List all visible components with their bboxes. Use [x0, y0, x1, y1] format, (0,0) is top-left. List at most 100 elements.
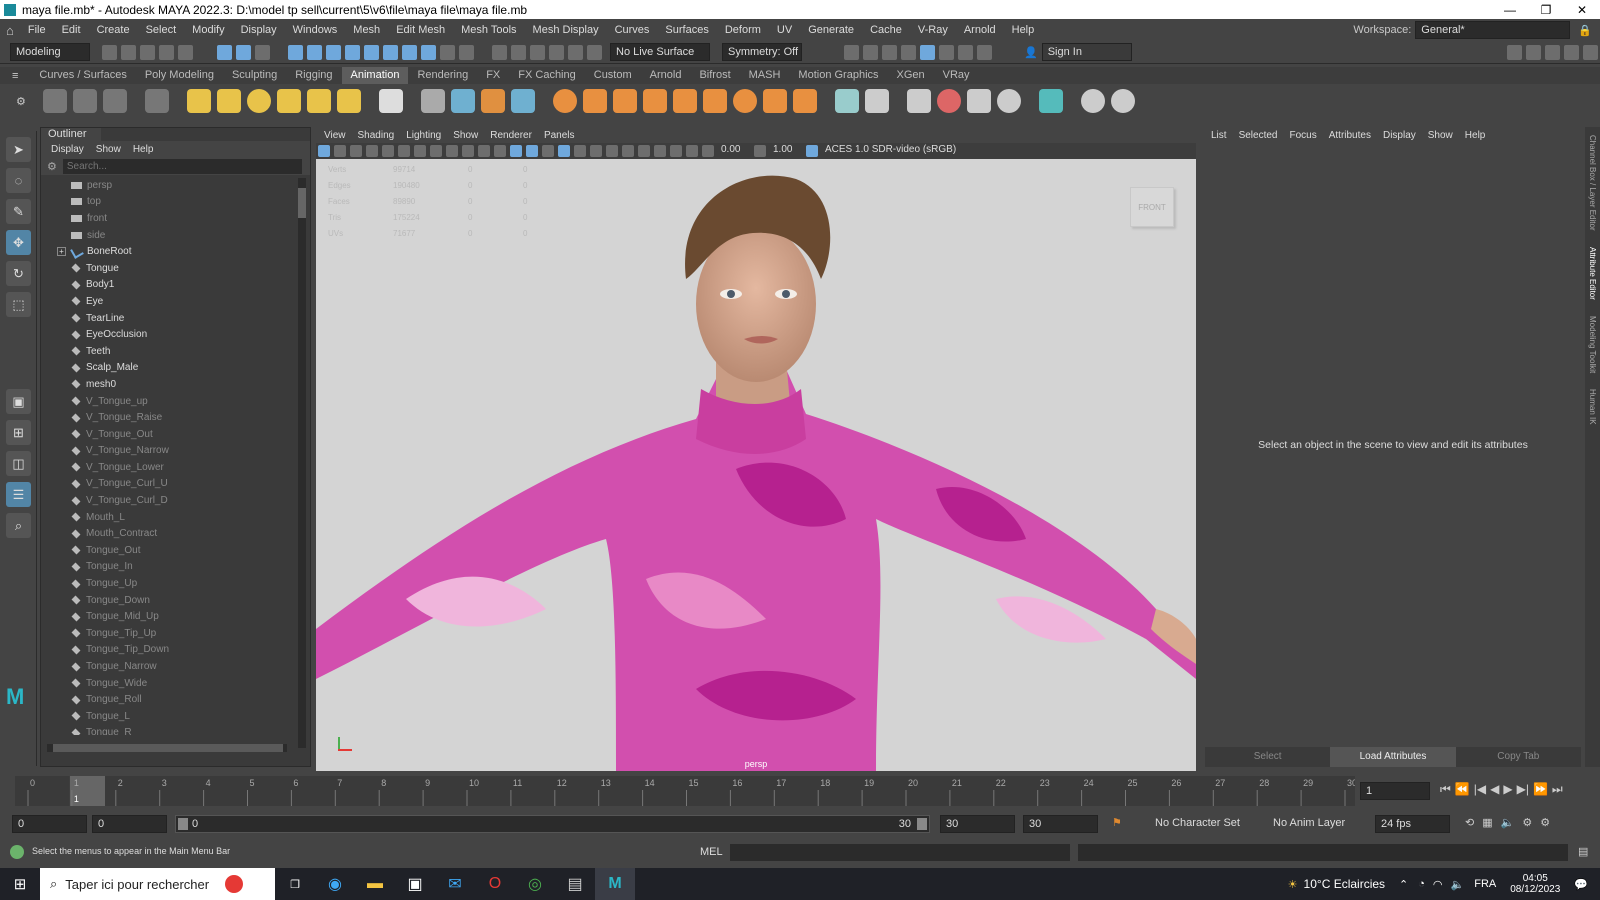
film-gate-icon[interactable]: [430, 145, 442, 157]
shelf-tool-icon-3[interactable]: [246, 89, 271, 113]
snap-curve-icon[interactable]: [307, 44, 322, 60]
range-slider-start-handle[interactable]: [178, 818, 188, 830]
render-settings-icon[interactable]: [901, 44, 916, 60]
paint-select-icon[interactable]: ✎: [6, 199, 31, 224]
gamma-icon[interactable]: [754, 145, 766, 157]
script-language-label[interactable]: MEL: [700, 846, 723, 858]
field-chart-icon[interactable]: [478, 145, 490, 157]
shelf-tab-animation[interactable]: Animation: [341, 67, 409, 84]
shelf-tool-icon-9[interactable]: [450, 89, 475, 113]
outliner-menu-help[interactable]: Help: [127, 144, 160, 155]
view-transform-select[interactable]: ACES 1.0 SDR-video (sRGB): [820, 144, 990, 158]
exposure-icon[interactable]: [702, 145, 714, 157]
menu-arnold[interactable]: Arnold: [956, 24, 1004, 36]
snap-point-icon[interactable]: [326, 44, 341, 60]
outliner-item[interactable]: V_Tongue_Raise: [41, 409, 310, 426]
outliner-vertical-scrollbar[interactable]: [298, 178, 306, 748]
shelf-tool-icon-21[interactable]: [834, 89, 859, 113]
shelf-tool-icon-13[interactable]: [582, 89, 607, 113]
outliner-camera-side[interactable]: side: [41, 227, 310, 244]
graph-editor-icon[interactable]: [144, 89, 169, 113]
maya-taskbar-icon[interactable]: M: [595, 868, 635, 900]
xray-joints-icon[interactable]: [686, 145, 698, 157]
outliner-item[interactable]: Tongue_Mid_Up: [41, 608, 310, 625]
outliner-horizontal-scrollbar[interactable]: [47, 744, 287, 752]
outliner-item[interactable]: TearLine: [41, 310, 310, 327]
shelf-tool-icon-22[interactable]: [864, 89, 889, 113]
menu-edit[interactable]: Edit: [54, 24, 89, 36]
side-tab-human-ik[interactable]: Human IK: [1588, 381, 1597, 433]
load-attributes-button[interactable]: Load Attributes: [1330, 747, 1456, 767]
outliner-item[interactable]: V_Tongue_Curl_D: [41, 492, 310, 509]
outliner-camera-top[interactable]: top: [41, 194, 310, 211]
cache-icon[interactable]: ▦: [1482, 816, 1492, 829]
magnet-icon[interactable]: [492, 44, 507, 60]
step-back-frame-icon[interactable]: |◀: [1474, 782, 1486, 797]
attribute-editor-menu-help[interactable]: Help: [1459, 130, 1492, 141]
outliner-item[interactable]: Mouth_Contract: [41, 525, 310, 542]
outliner-item[interactable]: Tongue_Out: [41, 542, 310, 559]
outliner-item[interactable]: Tongue_Up: [41, 575, 310, 592]
attribute-editor-menu-show[interactable]: Show: [1422, 130, 1459, 141]
history-icon[interactable]: [459, 44, 474, 60]
store-icon[interactable]: ▣: [395, 874, 435, 894]
outliner-item[interactable]: Tongue_In: [41, 559, 310, 576]
outliner-camera-front[interactable]: front: [41, 210, 310, 227]
outliner-item[interactable]: Teeth: [41, 343, 310, 360]
redo-icon[interactable]: [178, 44, 193, 60]
magnet-icon-5[interactable]: [568, 44, 583, 60]
shelf-tab-rigging[interactable]: Rigging: [286, 67, 341, 84]
single-view-icon[interactable]: ▣: [6, 389, 31, 414]
gate-mask-icon[interactable]: [462, 145, 474, 157]
shelf-tab-sculpting[interactable]: Sculpting: [223, 67, 286, 84]
fps-select[interactable]: 24 fps: [1375, 815, 1450, 833]
play-backwards-icon[interactable]: ◀: [1490, 782, 1499, 797]
viewport-menu-renderer[interactable]: Renderer: [484, 130, 538, 141]
tray-chevron-icon[interactable]: ⌃: [1399, 878, 1408, 891]
shelf-tab-arnold[interactable]: Arnold: [641, 67, 691, 84]
task-view-icon[interactable]: ❐: [275, 878, 315, 891]
shelf-tool-icon-23[interactable]: [906, 89, 931, 113]
outliner-item[interactable]: mesh0: [41, 376, 310, 393]
command-input[interactable]: [730, 844, 1070, 861]
minimize-button[interactable]: —: [1492, 3, 1528, 17]
lights-icon[interactable]: [574, 145, 586, 157]
menu-mesh-display[interactable]: Mesh Display: [525, 24, 607, 36]
set-key-icon[interactable]: [102, 89, 127, 113]
shelf-tool-icon-11[interactable]: [510, 89, 535, 113]
shelf-tab-motion-graphics[interactable]: Motion Graphics: [789, 67, 887, 84]
snap-view-icon[interactable]: [383, 44, 398, 60]
isolate-select-icon[interactable]: [654, 145, 666, 157]
menu-display[interactable]: Display: [233, 24, 285, 36]
gamma-field[interactable]: 1.00: [768, 144, 804, 158]
snap-plane-icon[interactable]: [345, 44, 360, 60]
opera-icon[interactable]: O: [475, 875, 515, 893]
menu-cache[interactable]: Cache: [862, 24, 910, 36]
color-management-icon[interactable]: [806, 145, 818, 157]
menu-help[interactable]: Help: [1004, 24, 1043, 36]
menu-mesh[interactable]: Mesh: [345, 24, 388, 36]
anim-layer-select[interactable]: No Anim Layer: [1268, 815, 1358, 833]
file-explorer-icon[interactable]: ▬: [355, 875, 395, 893]
motion-blur-icon[interactable]: [622, 145, 634, 157]
grid-icon[interactable]: [414, 145, 426, 157]
sign-in-button[interactable]: Sign In: [1041, 43, 1132, 61]
maximize-button[interactable]: ❐: [1528, 3, 1564, 17]
menuset-select[interactable]: Modeling: [10, 43, 90, 61]
render-frame-icon[interactable]: [863, 44, 878, 60]
outliner-item[interactable]: Tongue_Narrow: [41, 658, 310, 675]
shelf-tool-icon-16[interactable]: [672, 89, 697, 113]
shelf-tab-xgen[interactable]: XGen: [888, 67, 934, 84]
exposure-field[interactable]: 0.00: [716, 144, 752, 158]
edge-icon[interactable]: ◉: [315, 874, 355, 894]
step-back-key-icon[interactable]: ⏪: [1455, 782, 1470, 797]
shelf-tool-icon-20[interactable]: [792, 89, 817, 113]
ambient-occlusion-icon[interactable]: [606, 145, 618, 157]
outliner-layout-icon[interactable]: ☰: [6, 482, 31, 507]
shelf-tool-icon-4[interactable]: [276, 89, 301, 113]
go-to-start-icon[interactable]: ⏮: [1440, 782, 1451, 797]
shelf-tab-mash[interactable]: MASH: [740, 67, 790, 84]
outliner-title-tab[interactable]: Outliner: [41, 128, 101, 141]
shelf-tab-poly-modeling[interactable]: Poly Modeling: [136, 67, 223, 84]
lock-selection-icon[interactable]: [440, 44, 455, 60]
